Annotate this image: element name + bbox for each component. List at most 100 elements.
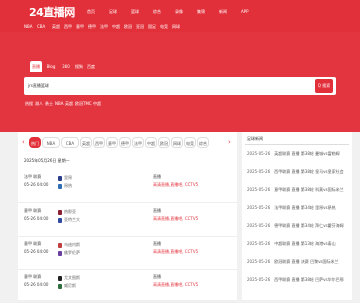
news-item[interactable]: 2025-05-26 西甲联赛 直播 第38轮 巴萨vs毕尔巴鄂 (247, 277, 344, 283)
live-channels-link[interactable]: 高清直播,直播吧, CCTV5 (153, 282, 198, 288)
filter-pill[interactable]: CBA (61, 137, 79, 148)
news-date: 2025-05-26 (247, 187, 271, 192)
search-input[interactable]: jrs直播篮球 (24, 77, 336, 95)
search-tab-live[interactable]: 直播 (30, 61, 42, 72)
hot-search-link[interactable]: 欧冠 (75, 101, 83, 107)
subnav-item[interactable]: 欧冠 (124, 24, 132, 30)
news-date: 2025-05-26 (247, 205, 271, 210)
subnav-item[interactable]: CBA (37, 24, 45, 29)
chevron-right-icon[interactable]: › (228, 137, 231, 147)
schedule-panel: ‹ 热门 NBA CBA 英超 西甲 意甲 德甲 法甲 中超 欧冠 网球 电竞 … (18, 132, 237, 303)
filter-pill[interactable]: 意甲 (106, 137, 118, 148)
home-team[interactable]: 里昂 (58, 175, 72, 181)
nav-item-general[interactable]: 综合 (153, 9, 161, 15)
nav-item-news[interactable]: 新闻 (219, 9, 227, 15)
subnav-item[interactable]: 英超 (52, 24, 60, 30)
subnav-item[interactable]: 西甲 (64, 24, 72, 30)
hot-search-link[interactable]: 英超 (65, 101, 73, 107)
team-crest-icon (58, 217, 62, 223)
news-item[interactable]: 2025-05-26 德甲联赛 直播 第34轮 拜仁vs霍芬海姆 (247, 223, 344, 229)
live-label: 直播 (153, 174, 161, 179)
filter-pill[interactable]: 法甲 (132, 137, 144, 148)
away-team-name: 昂热 (64, 183, 72, 188)
filter-pill[interactable]: 欧冠 (158, 137, 170, 148)
live-label: 直播 (153, 241, 161, 246)
news-item[interactable]: 2025-05-26 西甲联赛 直播 第38轮 皇马vs皇家社会 (247, 169, 344, 175)
news-date: 2025-05-26 (247, 259, 271, 264)
hot-label: 热搜 (25, 101, 33, 106)
news-title: 中超联赛 直播 第13轮 海港vs泰山 (274, 241, 336, 246)
site-logo[interactable]: 24直播网 (29, 7, 75, 19)
match-time: 05-26 04:00 (24, 282, 49, 287)
subnav-item[interactable]: 网球 (172, 24, 180, 30)
news-item[interactable]: 2025-05-26 意甲联赛 直播 第38轮 科莫vs国际米兰 (247, 187, 344, 193)
nav-item-football[interactable]: 足球 (109, 9, 117, 15)
subnav-item[interactable]: 电竞 (160, 24, 168, 30)
search-tab-blog[interactable]: Blog (44, 61, 58, 72)
filter-pill[interactable]: 中超 (145, 137, 157, 148)
home-team-name: 乌迪内斯 (64, 242, 80, 247)
filter-pill[interactable]: 英超 (80, 137, 92, 148)
away-team-name: 亚特兰大 (64, 217, 80, 222)
subnav-item[interactable]: NBA (24, 24, 32, 29)
news-date: 2025-05-26 (247, 241, 271, 246)
subnav-item[interactable]: 亚冠 (136, 24, 144, 30)
nav-item-basketball[interactable]: 篮球 (131, 9, 139, 15)
nav-item-home[interactable]: 首页 (87, 9, 95, 15)
filter-pill[interactable]: 西甲 (93, 137, 105, 148)
hot-search-link[interactable]: TMC (83, 101, 92, 106)
away-team[interactable]: 昂热 (58, 183, 72, 189)
subnav-item[interactable]: 中超 (112, 24, 120, 30)
match-row[interactable]: 意甲 联赛 05-26 04:00 乌迪内斯 佛罗伦萨 直播 高清直播,直播吧,… (18, 239, 237, 270)
news-item[interactable]: 2025-05-26 法甲联赛 直播 第34轮 里昂vs昂热 (247, 205, 336, 211)
news-item[interactable]: 2025-05-26 英超联赛 直播 第38轮 曼城vs富勒姆 (247, 151, 340, 157)
match-row[interactable]: 法甲 联赛 05-26 04:00 里昂 昂热 直播 高清直播,直播吧, CCT… (18, 172, 237, 203)
search-button[interactable]: Q 搜索 (315, 79, 333, 93)
nav-item-replay[interactable]: 录像 (175, 9, 183, 15)
home-team[interactable]: 乌迪内斯 (58, 242, 80, 248)
filter-pill[interactable]: NBA (42, 137, 60, 148)
news-panel-title: 足球新闻 (247, 136, 263, 141)
away-team[interactable]: 佛罗伦萨 (58, 250, 80, 256)
news-item[interactable]: 2025-05-26 中超联赛 直播 第13轮 海港vs泰山 (247, 241, 336, 247)
subnav-item[interactable]: 德甲 (88, 24, 96, 30)
news-title: 西甲联赛 直播 第38轮 皇马vs皇家社会 (274, 169, 344, 174)
news-title: 欧冠联赛 直播 决赛 巴黎vs国际米兰 (274, 259, 339, 264)
live-channels-link[interactable]: 高清直播,直播吧, CCTV5 (153, 182, 198, 188)
home-team-name: 尤文图斯 (64, 275, 80, 280)
team-crest-icon (58, 209, 62, 215)
live-channels-link[interactable]: 高清直播,直播吧, CCTV5 (153, 216, 198, 222)
home-team[interactable]: 尤文图斯 (58, 275, 80, 281)
away-team[interactable]: 威尼斯 (58, 283, 76, 289)
subnav-item[interactable]: 国足 (148, 24, 156, 30)
nav-item-highlights[interactable]: 集锦 (197, 9, 205, 15)
filter-pill[interactable]: 热门 (29, 137, 41, 148)
match-row[interactable]: 意甲 联赛 05-26 04:00 尤文图斯 威尼斯 直播 高清直播,直播吧, … (18, 272, 237, 303)
filter-pill[interactable]: 综合 (197, 137, 209, 148)
search-tab-360[interactable]: 360 (60, 61, 72, 72)
schedule-date: 2025年05月26日 星期一 (24, 158, 70, 163)
search-tab-baidu[interactable]: 百度 (86, 61, 96, 72)
home-team[interactable]: 热那亚 (58, 209, 76, 215)
hot-search-link[interactable]: 勇士 (45, 101, 53, 107)
search-tab-sogou[interactable]: 搜狗 (74, 61, 84, 72)
chevron-left-icon[interactable]: ‹ (22, 137, 25, 147)
away-team[interactable]: 亚特兰大 (58, 217, 80, 223)
live-channels-link[interactable]: 高清直播,直播吧, CCTV5 (153, 249, 198, 255)
hot-search-link[interactable]: 中超 (93, 101, 101, 107)
site-header: 24直播网 首页 足球 篮球 综合 录像 集锦 新闻 APP NBA CBA 英… (0, 0, 360, 32)
match-time: 05-26 04:00 (24, 249, 49, 254)
news-item[interactable]: 2025-05-26 欧冠联赛 直播 决赛 巴黎vs国际米兰 (247, 259, 339, 265)
hot-search-link[interactable]: NBA (55, 101, 63, 106)
match-time: 05-26 04:00 (24, 216, 49, 221)
subnav-item[interactable]: 法甲 (100, 24, 108, 30)
match-row[interactable]: 意甲 联赛 05-26 04:00 热那亚 亚特兰大 直播 高清直播,直播吧, … (18, 206, 237, 237)
nav-item-app[interactable]: APP (241, 9, 249, 14)
subnav-item[interactable]: 意甲 (76, 24, 84, 30)
hot-search-link[interactable]: 湖人 (35, 101, 43, 107)
home-team-name: 热那亚 (64, 209, 76, 214)
filter-pill[interactable]: 德甲 (119, 137, 131, 148)
filter-pill[interactable]: 电竞 (184, 137, 196, 148)
filter-pill[interactable]: 网球 (171, 137, 183, 148)
team-crest-icon (58, 183, 62, 189)
